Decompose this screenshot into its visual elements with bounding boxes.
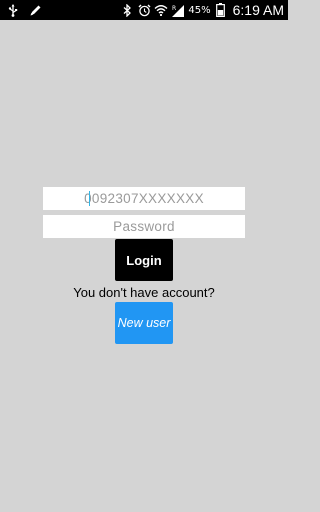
clock: 6:19 AM: [232, 2, 284, 18]
notification-icons: [6, 3, 42, 17]
battery-icon: [214, 3, 228, 17]
system-icons: R 45% 6:19 AM: [120, 2, 284, 18]
status-bar: R 45% 6:19 AM: [0, 0, 288, 20]
usb-icon: [6, 3, 20, 17]
wifi-icon: [154, 3, 168, 17]
new-user-button[interactable]: New user: [115, 302, 173, 344]
no-account-label: You don't have account?: [73, 285, 215, 300]
signal-icon: R: [171, 3, 185, 17]
pencil-icon: [28, 3, 42, 17]
text-cursor: [89, 191, 90, 206]
svg-text:R: R: [172, 5, 176, 12]
password-input[interactable]: [43, 215, 245, 238]
bluetooth-icon: [120, 3, 134, 17]
phone-number-input[interactable]: [43, 187, 245, 210]
alarm-icon: [137, 3, 151, 17]
login-screen: Login You don't have account? New user: [0, 20, 288, 512]
login-button[interactable]: Login: [115, 239, 173, 281]
battery-percentage: 45%: [188, 4, 211, 16]
